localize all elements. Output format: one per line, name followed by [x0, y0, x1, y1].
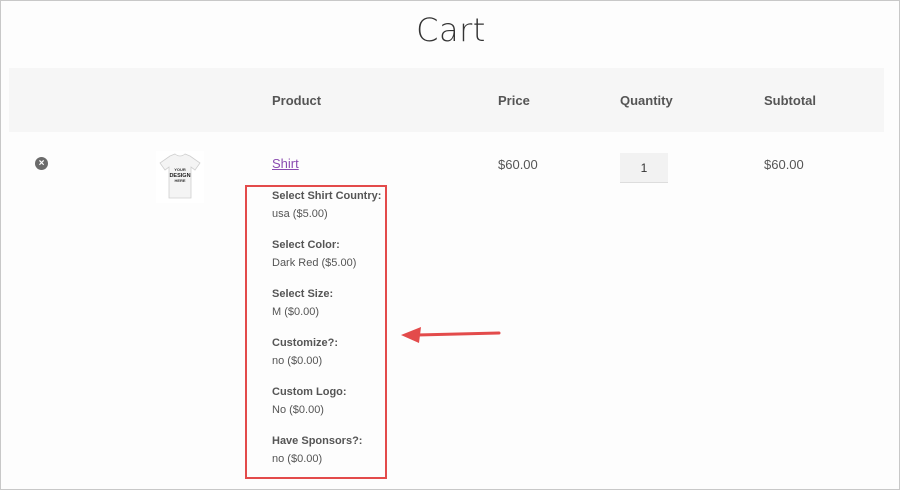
- option-label: Have Sponsors?:: [272, 435, 363, 447]
- table-header: Product Price Quantity Subtotal: [9, 68, 884, 132]
- header-subtotal: Subtotal: [764, 93, 816, 108]
- product-name-link[interactable]: Shirt: [272, 156, 299, 171]
- option-value: Dark Red ($5.00): [272, 257, 357, 269]
- thumbnail-text-line1: YOUR: [174, 167, 186, 172]
- option-label: Select Color:: [272, 239, 340, 251]
- page-title: Cart: [416, 11, 486, 49]
- header-product: Product: [272, 93, 322, 108]
- header-quantity: Quantity: [620, 93, 673, 108]
- cart-page: Cart Product Price Quantity Subtotal × Y…: [0, 0, 900, 490]
- option-item: Custom Logo: No ($0.00): [272, 385, 392, 434]
- option-item: Select Shirt Country: usa ($5.00): [272, 189, 392, 238]
- option-label: Customize?:: [272, 337, 338, 349]
- option-item: Select Color: Dark Red ($5.00): [272, 238, 392, 287]
- option-value: no ($0.00): [272, 453, 323, 465]
- thumbnail-text-line3: HERE: [174, 178, 185, 183]
- option-label: Select Shirt Country:: [272, 190, 382, 202]
- product-thumbnail[interactable]: YOUR DESIGN HERE: [156, 151, 204, 203]
- quantity-input[interactable]: [620, 153, 668, 183]
- option-label: Custom Logo:: [272, 386, 347, 398]
- option-value: M ($0.00): [272, 306, 320, 318]
- item-price: $60.00: [498, 157, 538, 172]
- option-item: Customize?: no ($0.00): [272, 336, 392, 385]
- option-value: No ($0.00): [272, 404, 324, 416]
- header-price: Price: [498, 93, 530, 108]
- option-value: usa ($5.00): [272, 208, 328, 220]
- option-item: Select Size: M ($0.00): [272, 287, 392, 336]
- tshirt-icon: YOUR DESIGN HERE: [156, 151, 204, 203]
- item-options-list: Select Shirt Country: usa ($5.00) Select…: [272, 189, 392, 483]
- option-value: no ($0.00): [272, 355, 323, 367]
- left-arrow-icon: [401, 327, 501, 343]
- remove-item-icon[interactable]: ×: [35, 157, 48, 170]
- option-item: Have Sponsors?: no ($0.00): [272, 434, 392, 483]
- item-subtotal: $60.00: [764, 157, 804, 172]
- option-label: Select Size:: [272, 288, 334, 300]
